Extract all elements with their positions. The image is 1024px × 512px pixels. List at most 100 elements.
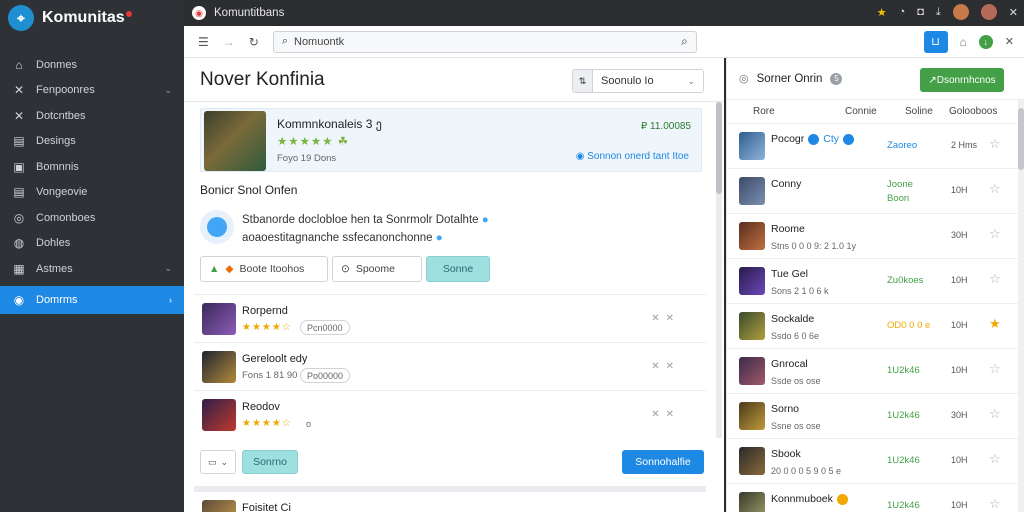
reload-icon[interactable]: ↻ [249,35,259,49]
sidebar-item[interactable]: ▤ Desings [0,129,184,155]
address-text: Nomuontk [294,35,345,48]
page-size-select[interactable]: ▭ ⌄ [200,450,236,474]
item-thumbnail [202,500,236,512]
scroll-thumb[interactable] [716,102,722,194]
list-item[interactable]: Gereloolt edy Fons 1 81 90 Po00000 ✕✕ [194,342,706,390]
item-thumbnail [739,312,765,340]
item-score: 1U2k46 [887,500,920,511]
right-scrollbar[interactable] [1018,100,1024,512]
avatar-2[interactable] [980,4,997,20]
sidebar-item[interactable]: ✕ Dotcntbes [0,103,184,129]
secondary-button[interactable]: Sonrno [242,450,298,474]
search-icon[interactable]: ⌕ [681,34,688,49]
verified-icon: ● [481,214,489,226]
menu-icon[interactable]: ☰ [198,35,209,49]
list-item[interactable]: Reodov ★★★★☆ o ✕✕ [194,390,706,438]
sidebar-item[interactable]: ✕ Fenpoonres ⌄ [0,78,184,104]
action-buttons: ▲ ◆ Boote Itoohos ⊙ Spoome Sonne [200,256,490,284]
browser-titlebar: ◉ Komuntitbans ★ ◔ ◘ ⤓ ✕ [184,0,1024,26]
main-panel: Nover Konfinia ⇅ Soonulo Io ⌄ Kommnkonal… [184,58,724,512]
forward-icon[interactable]: → [223,35,235,49]
item-thumbnail [739,177,765,205]
clock-icon[interactable]: ◔ [899,6,906,18]
column-header[interactable]: Soline [905,106,933,117]
star-icon[interactable]: ☆ [989,406,1001,422]
star-icon[interactable]: ☆ [989,496,1001,512]
tag-icon: ◆ [225,263,234,275]
verified-icon: ● [435,232,443,244]
sidebar-item[interactable]: ◍ Dohles [0,231,184,257]
action-button-1[interactable]: ▲ ◆ Boote Itoohos [200,256,328,282]
table-row[interactable]: Pocogr Cty Zaoreo 2 Hms ☆ [727,124,1024,169]
item-score-secondary: Boon [887,193,910,204]
sort-dropdown[interactable]: ⇅ Soonulo Io ⌄ [572,69,704,93]
sidebar-item[interactable]: ▦ Astmes ⌄ [0,256,184,282]
action-button-2[interactable]: ⊙ Spoome [332,256,422,282]
right-header: ◎ Sorner Onrin 5 ↗ Dsonrnhcnos [727,58,1024,100]
sidebar-item[interactable]: ▣ Bomnnis [0,154,184,180]
user-icon: ▲ [209,263,220,275]
featured-price: ₽ 11.00085 [640,121,691,132]
column-header[interactable]: Rore [753,106,775,117]
shield-icon[interactable]: ◘ [917,6,924,18]
logo-icon: ⌖ [8,5,34,31]
item-time: 30H [951,410,968,420]
tools-icon: ✕ [13,83,25,98]
primary-button[interactable]: Sonnohalfie [622,450,704,474]
chevron-down-icon: ⌄ [164,263,172,274]
sidebar-item-active[interactable]: ◉ Domrms › [0,285,184,314]
address-bar[interactable]: ⌕ Nomuontk ⌕ [272,30,697,53]
extension-button[interactable]: ⊔ [923,30,948,53]
star-icon[interactable]: ☆ [989,451,1001,467]
table-row[interactable]: Sockalde Ssdo 6 0 6e OD0 0 0 e 10H ★ [727,304,1024,349]
add-button[interactable]: ↗ Dsonrnhcnos [920,68,1004,92]
pin-icon: ◉ [13,292,25,307]
star-icon[interactable]: ☆ [989,271,1001,287]
table-row[interactable]: Gnrocal Ssde os ose 1U2k46 10H ☆ [727,349,1024,394]
item-time: 10H [951,185,968,195]
tab-title[interactable]: Komuntitbans [214,7,284,19]
sidebar-item-label: Fenpoonres [36,84,95,97]
column-header[interactable]: Golooboos [949,106,997,117]
star-icon[interactable]: ☆ [989,136,1001,152]
avatar[interactable] [952,4,969,20]
titlebar-actions: ★ ◔ ◘ ⤓ ✕ [877,4,1018,20]
scroll-thumb[interactable] [1018,108,1024,170]
featured-card[interactable]: Kommnkonaleis 3 ე ★★★★★ ☘ Foyo 19 Dons ₽… [200,108,702,172]
featured-link[interactable]: ◉ Sonnon onerd tant Itoe [576,151,689,162]
item-thumbnail [739,132,765,160]
sidebar-item[interactable]: ⌂ Donmes [0,52,184,78]
list-item[interactable]: Foisitet Ci [194,486,706,512]
table-row[interactable]: KonnmuboekStano 06 0ko1U2k4610H☆ [727,484,1024,512]
download-status-icon[interactable]: ↓ [978,34,993,49]
table-row[interactable]: Conny Joone Boon 10H ☆ [727,169,1024,214]
chevron-right-icon: › [169,294,172,305]
close-icon[interactable]: ✕ [1009,6,1018,19]
table-row[interactable]: Sbook 20 0 0 0 5 9 0 5 e 1U2k46 10H ☆ [727,439,1024,484]
table-row[interactable]: Roome Stns 0 0 0 9: 2 1.0 1y 30H ☆ [727,214,1024,259]
home-icon[interactable]: ⌂ [960,35,967,49]
table-row[interactable]: Tue Gel Sons 2 1 0 6 k Zu0koes 10H ☆ [727,259,1024,304]
item-sub: Fons 1 81 90 [242,370,298,381]
table-row[interactable]: Sorno Ssne os ose 1U2k46 30H ☆ [727,394,1024,439]
item-name: Gereloolt edy [242,353,308,365]
star-icon[interactable]: ★ [877,6,887,19]
action-button-3[interactable]: Sonne [426,256,490,282]
star-icon[interactable]: ☆ [989,226,1001,242]
dismiss-icons[interactable]: ✕✕ [651,409,680,420]
column-header[interactable]: Connie [845,106,877,117]
dismiss-icons[interactable]: ✕✕ [651,313,680,324]
star-icon[interactable]: ★ [989,316,1001,332]
main-scrollbar[interactable] [716,102,722,438]
message-line-1: Stbanorde doclobloe hen ta Sonrmolr Dota… [242,214,489,226]
sidebar: ⌖ Komunitas ⌂ Donmes ✕ Fenpoonres ⌄ ✕ Dotcnt… [0,0,184,512]
dismiss-icons[interactable]: ✕✕ [651,361,680,372]
close-icon[interactable]: ✕ [1005,35,1014,48]
sidebar-item[interactable]: ◎ Comonboes [0,205,184,231]
list-item[interactable]: Rorpernd ★★★★☆ Pcn0000 ✕✕ [194,294,706,342]
star-icon[interactable]: ☆ [989,361,1001,377]
brand[interactable]: ⌖ Komunitas [0,0,184,36]
star-icon[interactable]: ☆ [989,181,1001,197]
sidebar-item[interactable]: ▤ Vongeovie [0,180,184,206]
download-icon[interactable]: ⤓ [936,6,941,19]
